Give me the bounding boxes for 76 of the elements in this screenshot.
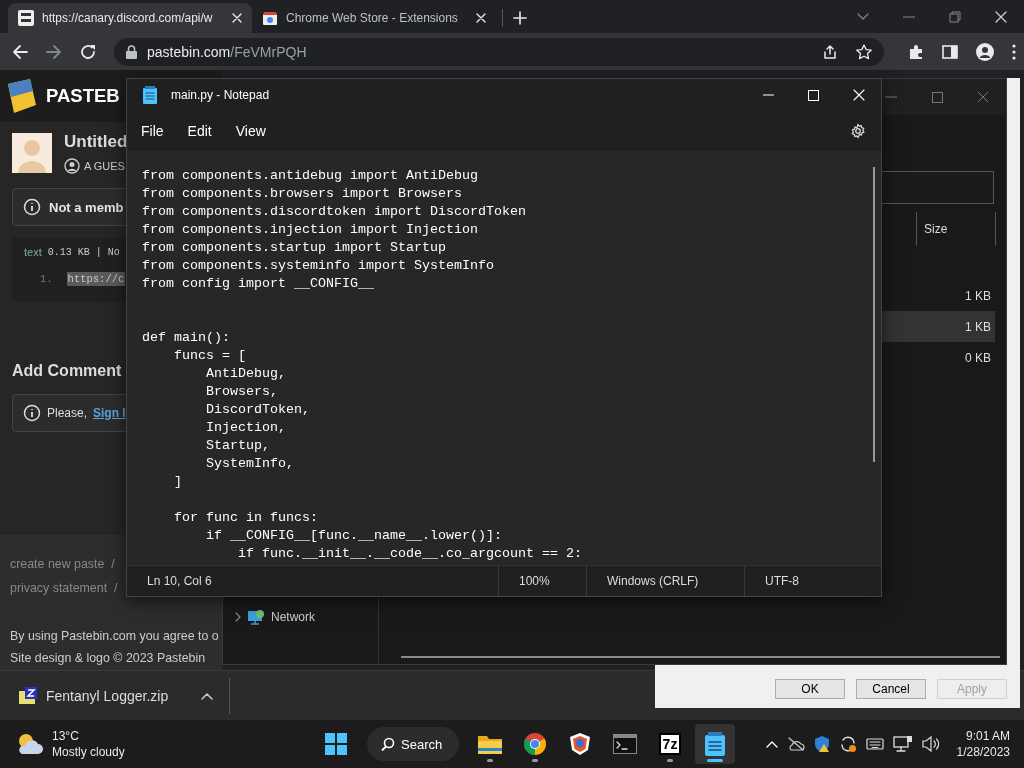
window-title: main.py - Notepad bbox=[171, 88, 270, 102]
paste-meta: | No bbox=[95, 246, 120, 258]
search-icon bbox=[381, 737, 395, 751]
footer-link[interactable]: privacy statement / bbox=[10, 581, 118, 595]
sync-icon[interactable] bbox=[838, 735, 857, 753]
avatar-icon bbox=[12, 133, 52, 173]
terminal-icon bbox=[613, 734, 637, 754]
notice-text: Please, bbox=[47, 406, 88, 420]
copyright-text: Site design & logo © 2023 Pastebin bbox=[10, 651, 206, 665]
chrome-icon bbox=[523, 732, 547, 756]
column-header[interactable]: Size bbox=[916, 212, 996, 246]
info-icon bbox=[23, 198, 41, 216]
forward-icon[interactable] bbox=[46, 43, 62, 60]
keyboard-icon[interactable] bbox=[865, 737, 884, 751]
sign-in-link[interactable]: Sign I bbox=[93, 406, 126, 420]
reload-icon[interactable] bbox=[80, 43, 96, 60]
share-icon[interactable] bbox=[822, 43, 838, 60]
caret-up-icon bbox=[201, 691, 213, 700]
star-icon[interactable] bbox=[856, 43, 872, 60]
menu-item[interactable]: View bbox=[225, 117, 276, 145]
chevron-right-icon bbox=[235, 612, 241, 622]
menu-item[interactable]: File bbox=[131, 117, 174, 145]
info-icon bbox=[23, 404, 41, 422]
back-icon[interactable] bbox=[12, 43, 28, 60]
site-logo[interactable]: PASTEB bbox=[46, 85, 120, 107]
dialog-button[interactable]: Cancel bbox=[856, 679, 926, 699]
footer-link[interactable]: create new paste / bbox=[10, 557, 115, 571]
taskbar-app[interactable]: 7z bbox=[650, 724, 690, 764]
volume-icon[interactable] bbox=[921, 736, 940, 752]
zip-file-icon bbox=[18, 685, 38, 706]
weather-widget[interactable]: 13°C Mostly cloudy bbox=[16, 728, 316, 760]
notepad-icon bbox=[143, 86, 157, 104]
user-icon bbox=[64, 158, 80, 174]
extensions-icon[interactable] bbox=[908, 43, 924, 60]
taskbar-app[interactable] bbox=[695, 724, 735, 764]
temperature: 13°C bbox=[52, 728, 80, 744]
download-item[interactable]: Fentanyl Logger.zip bbox=[0, 677, 230, 714]
side-panel-icon[interactable] bbox=[942, 43, 958, 60]
author-name: A GUES bbox=[84, 160, 125, 172]
lock-icon bbox=[126, 44, 137, 59]
notepad-icon bbox=[705, 732, 725, 756]
browser-tab[interactable]: https://canary.discord.com/api/w bbox=[8, 3, 252, 33]
menu-item[interactable]: Edit bbox=[177, 117, 222, 145]
taskbar-search[interactable]: Search bbox=[367, 727, 459, 761]
nav-item[interactable]: Network bbox=[223, 608, 378, 626]
syntax-label[interactable]: text bbox=[24, 246, 42, 258]
clock[interactable]: 9:01 AM 1/28/2023 bbox=[956, 728, 1010, 760]
close-icon[interactable] bbox=[995, 10, 1007, 23]
profile-icon[interactable] bbox=[976, 42, 994, 61]
network-globe-icon bbox=[247, 609, 265, 625]
line-number: 1. bbox=[40, 273, 53, 285]
chevron-down-icon[interactable] bbox=[857, 12, 869, 21]
store-favicon-icon bbox=[262, 10, 278, 26]
security-shield-icon[interactable] bbox=[813, 735, 830, 753]
chevron-up-icon[interactable] bbox=[765, 740, 778, 748]
windows-logo-icon bbox=[325, 733, 347, 755]
cursor-position: Ln 10, Col 6 bbox=[147, 574, 212, 588]
cloud-moon-icon bbox=[16, 732, 44, 756]
shield-browser-icon bbox=[569, 732, 591, 756]
terms-text: By using Pastebin.com you agree to o bbox=[10, 629, 219, 643]
encoding: UTF-8 bbox=[765, 574, 799, 588]
paste-title: Untitled bbox=[64, 132, 128, 152]
zoom-level: 100% bbox=[519, 574, 550, 588]
address-bar[interactable]: pastebin.com/FeVMrPQH bbox=[114, 37, 884, 66]
restore-icon[interactable] bbox=[949, 10, 961, 23]
line-ending: Windows (CRLF) bbox=[607, 574, 699, 588]
cloud-off-icon[interactable] bbox=[786, 737, 805, 751]
weather-condition: Mostly cloudy bbox=[52, 744, 125, 760]
archive-app-icon: 7z bbox=[659, 733, 681, 755]
paste-size: 0.13 KB bbox=[47, 246, 90, 258]
settings-icon[interactable] bbox=[850, 123, 866, 139]
new-tab-icon[interactable] bbox=[513, 11, 527, 25]
folder-icon bbox=[477, 733, 503, 755]
menu-icon[interactable] bbox=[1012, 43, 1016, 60]
network-icon[interactable] bbox=[892, 735, 913, 753]
dialog-button[interactable]: OK bbox=[775, 679, 845, 699]
